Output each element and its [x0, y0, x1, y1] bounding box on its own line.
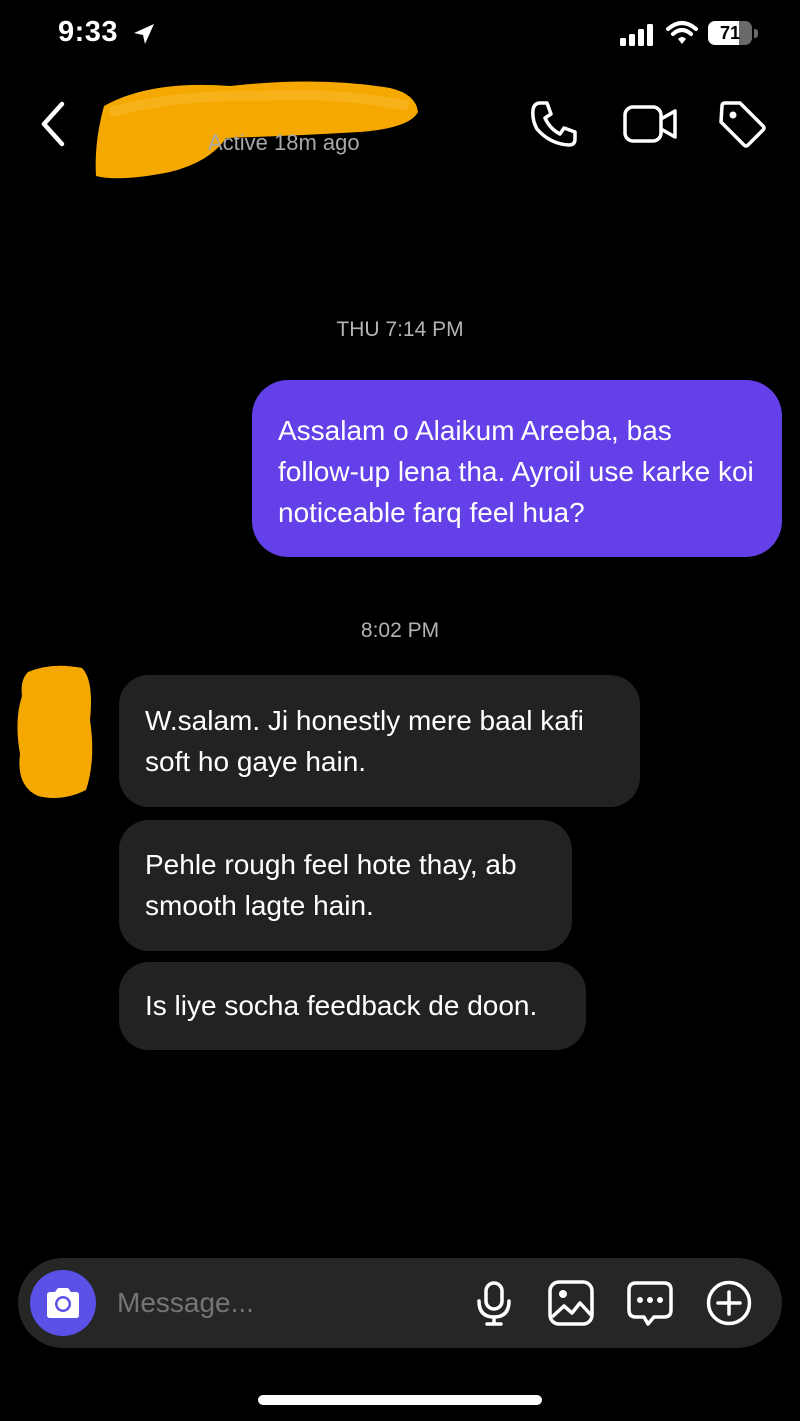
sent-message-text: Assalam o Alaikum Areeba, bas follow-up …	[278, 415, 754, 528]
timestamp-divider: 8:02 PM	[360, 619, 440, 642]
camera-button[interactable]	[30, 1270, 96, 1336]
received-message-bubble[interactable]: W.salam. Ji honestly mere baal kafi soft…	[119, 675, 640, 807]
tag-icon[interactable]	[716, 98, 768, 150]
back-chevron-icon[interactable]	[34, 100, 74, 148]
video-camera-icon[interactable]	[622, 100, 678, 148]
gallery-icon[interactable]	[547, 1279, 595, 1327]
sent-message-bubble[interactable]: Assalam o Alaikum Areeba, bas follow-up …	[252, 380, 782, 557]
received-message-text: W.salam. Ji honestly mere baal kafi soft…	[145, 705, 584, 777]
avatar-redaction[interactable]	[12, 660, 96, 804]
active-status: Active 18m ago	[208, 130, 360, 155]
location-arrow-icon	[134, 24, 154, 44]
camera-icon	[47, 1288, 79, 1318]
message-input[interactable]	[117, 1287, 447, 1319]
home-indicator[interactable]	[258, 1395, 542, 1405]
battery-icon: 71	[708, 21, 760, 47]
received-message-text: Pehle rough feel hote thay, ab smooth la…	[145, 849, 517, 921]
status-time: 9:33	[58, 16, 119, 48]
sticker-chat-icon[interactable]	[626, 1279, 674, 1327]
received-message-bubble[interactable]: Is liye socha feedback de doon.	[119, 962, 586, 1050]
phone-icon[interactable]	[528, 98, 580, 150]
contact-name-redaction[interactable]	[90, 72, 422, 184]
wifi-icon	[666, 21, 698, 44]
signal-icon	[620, 24, 653, 46]
plus-icon[interactable]	[705, 1279, 753, 1327]
received-message-bubble[interactable]: Pehle rough feel hote thay, ab smooth la…	[119, 820, 572, 951]
timestamp-divider: THU 7:14 PM	[336, 318, 464, 341]
battery-percent: 71	[719, 23, 741, 43]
received-message-text: Is liye socha feedback de doon.	[145, 990, 538, 1021]
microphone-icon[interactable]	[470, 1279, 518, 1327]
